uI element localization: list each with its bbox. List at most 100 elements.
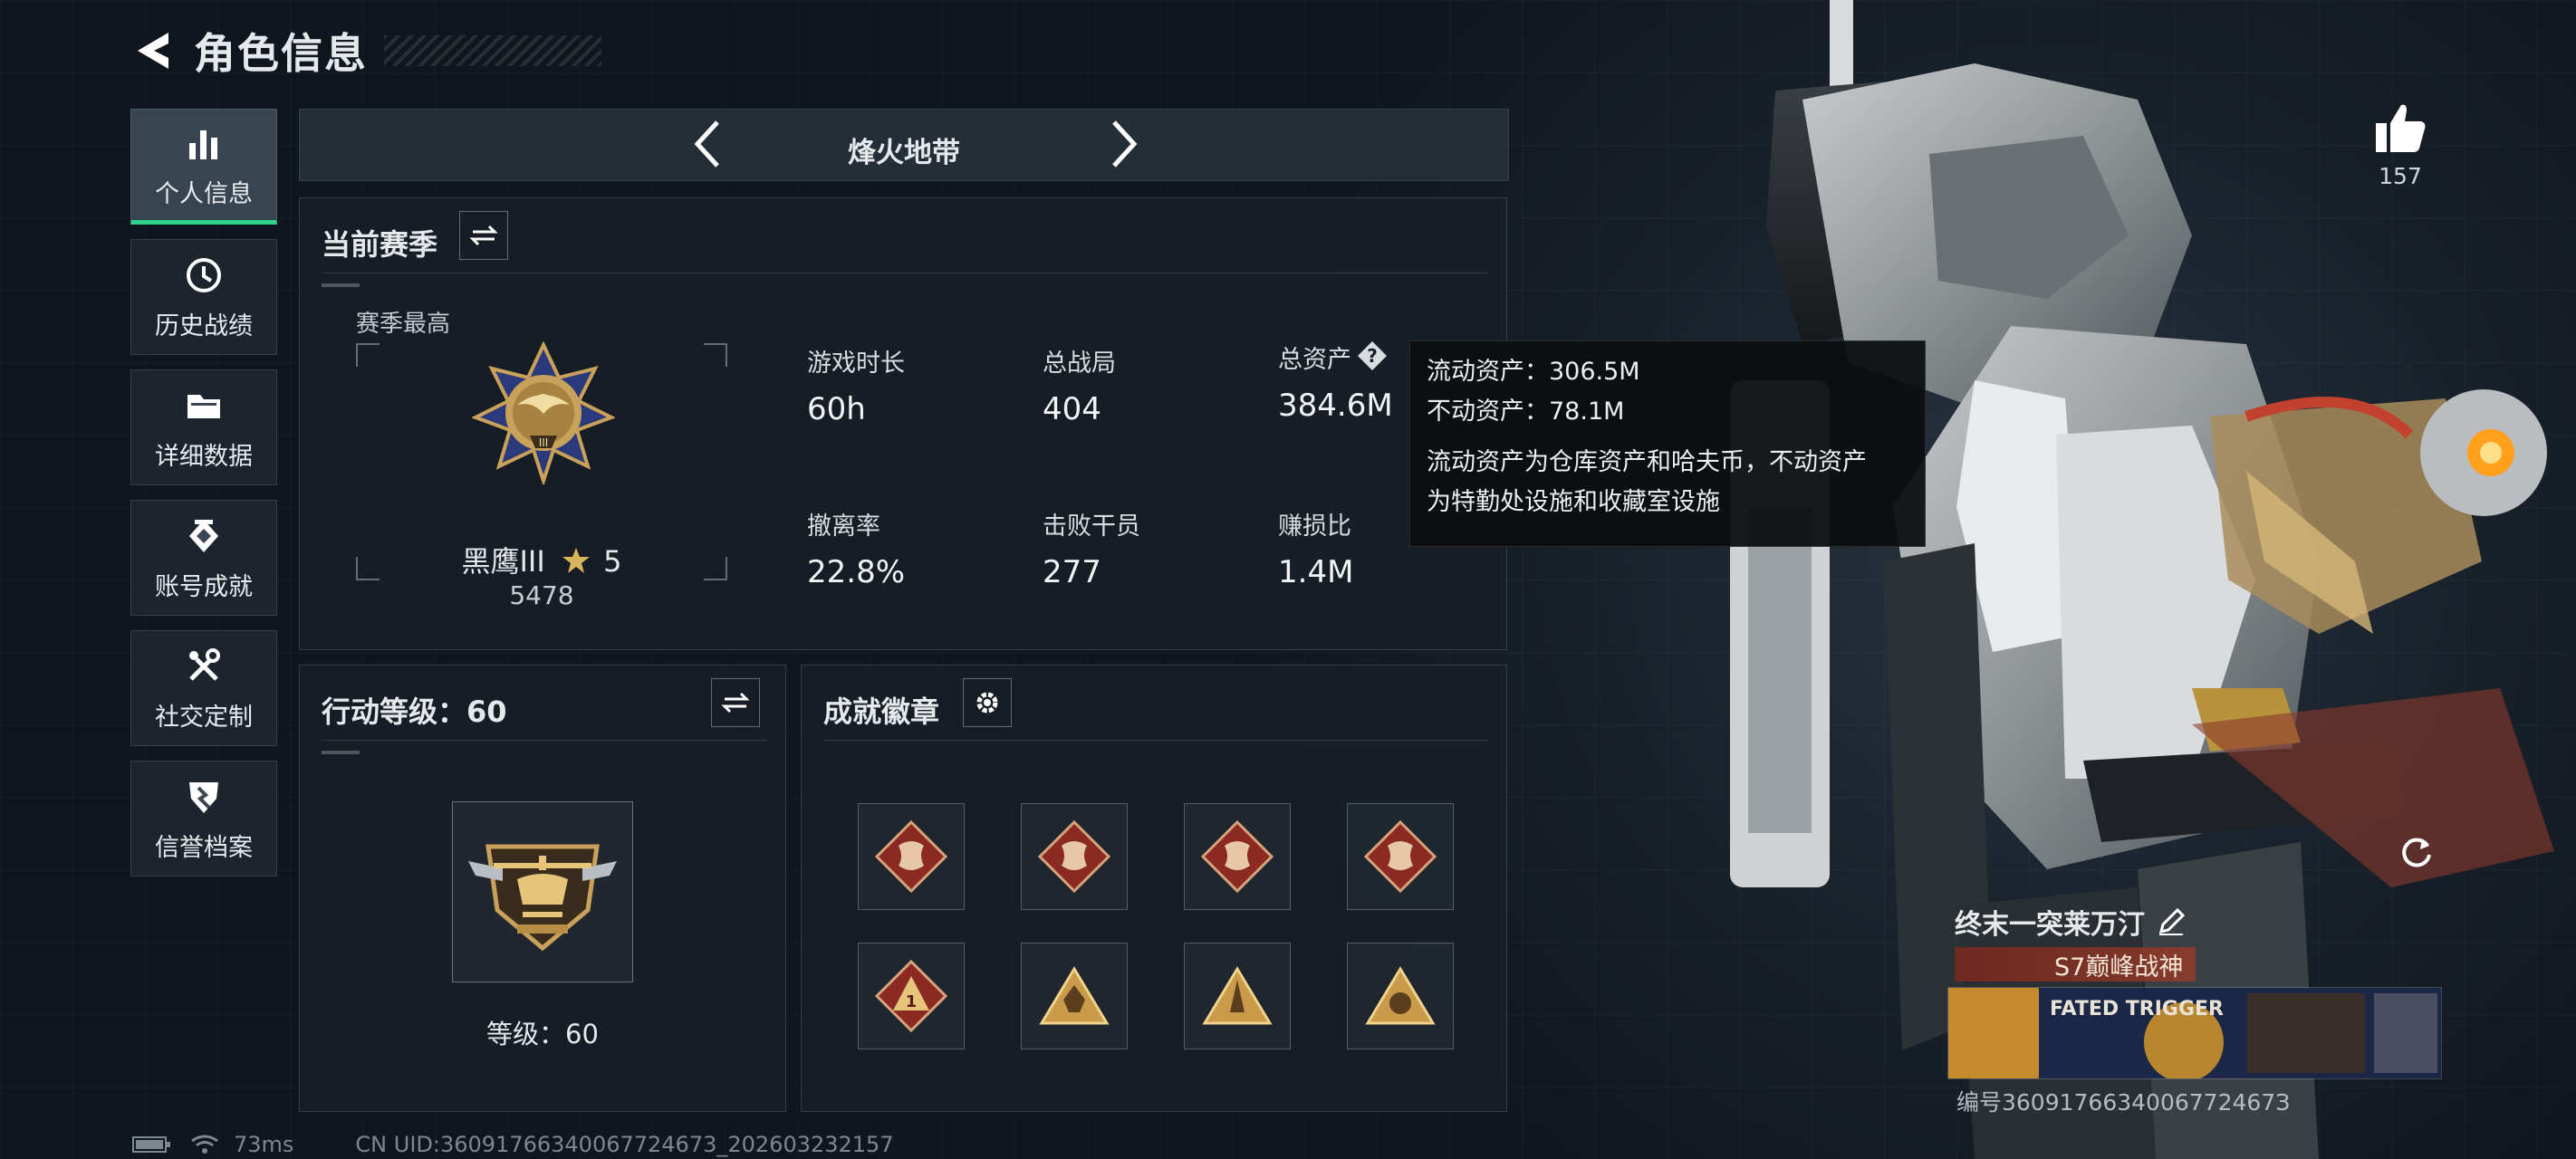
- achievement-badge[interactable]: [1021, 943, 1128, 1049]
- achievement-badge[interactable]: [858, 803, 965, 910]
- tooltip-liquid-assets: 流动资产：306.5M: [1427, 358, 1640, 386]
- tooltip-description-line1: 流动资产为仓库资产和哈夫币，不动资产: [1427, 448, 1867, 476]
- gear-icon: [976, 692, 998, 714]
- stat-value: 60h: [807, 391, 866, 427]
- edit-icon[interactable]: [2156, 906, 2187, 937]
- sidebar-item-social-custom[interactable]: 社交定制: [130, 630, 277, 746]
- stat-value: 22.8%: [807, 554, 906, 590]
- sidebar-item-label: 信誉档案: [155, 833, 253, 862]
- triangle-badge-icon: [1365, 966, 1436, 1025]
- level-text: 等级：60: [486, 1019, 599, 1049]
- panel-divider: [823, 740, 1488, 741]
- asset-tooltip: 流动资产：306.5M 不动资产：78.1M 流动资产为仓库资产和哈夫币，不动资…: [1409, 340, 1926, 547]
- page-title: 角色信息: [194, 29, 368, 78]
- stat-extract-rate: 撤离率 22.8%: [807, 506, 1015, 590]
- rotate-icon: [2402, 838, 2431, 867]
- rank-name-line: 黑鹰III 5: [356, 539, 727, 580]
- player-id: 编号3609176634006772467З: [1956, 1089, 2291, 1116]
- panel-divider: [322, 740, 767, 741]
- page-header: 角色信息: [127, 24, 601, 78]
- achievement-badge[interactable]: [1347, 803, 1454, 910]
- stat-label: 击败干员: [1043, 512, 1140, 541]
- level-switch-button[interactable]: [711, 678, 760, 727]
- stat-label: 总战局: [1043, 350, 1116, 378]
- achievement-panel: 成就徽章 1: [801, 665, 1507, 1112]
- player-namecard[interactable]: FATED TRIGGER: [1947, 987, 2442, 1079]
- stat-label: 游戏时长: [807, 350, 905, 378]
- action-level-panel: 行动等级：60 等级：60: [299, 665, 786, 1112]
- sidebar-item-credit-record[interactable]: 信誉档案: [130, 761, 277, 876]
- season-panel-title: 当前赛季: [322, 227, 438, 262]
- stat-play-time: 游戏时长 60h: [807, 343, 1015, 427]
- sidebar-item-personal-info[interactable]: 个人信息: [130, 109, 277, 225]
- player-title: S7巅峰战神: [2054, 953, 2184, 982]
- achievement-title: 成就徽章: [823, 694, 940, 729]
- triangle-badge-icon: [1202, 966, 1273, 1025]
- tooltip-description-line2: 为特勤处设施和收藏室设施: [1427, 488, 1720, 516]
- chevron-right-icon: [1112, 120, 1138, 168]
- thumbs-up-icon[interactable]: [2372, 101, 2428, 154]
- namecard-logo-text: FATED TRIGGER: [2050, 998, 2224, 1020]
- triangle-badge-icon: 1: [874, 959, 948, 1033]
- rank-display: III 黑鹰III 5 5478: [356, 341, 727, 610]
- black-eagle-medal-icon: III: [472, 341, 615, 484]
- sidebar-item-label: 社交定制: [155, 703, 253, 732]
- wifi-icon: [191, 1135, 218, 1154]
- back-arrow-icon: [138, 33, 168, 69]
- stat-label: 撤离率: [807, 512, 880, 541]
- rank-stars: 5: [603, 544, 622, 579]
- achievement-badge[interactable]: [1184, 803, 1291, 910]
- tooltip-fixed-assets: 不动资产：78.1M: [1427, 398, 1625, 426]
- achievement-badge[interactable]: [1021, 803, 1128, 910]
- stat-total-matches: 总战局 404: [1043, 343, 1251, 427]
- dragon-badge-icon: [874, 819, 948, 894]
- title-decoration: [384, 35, 601, 66]
- rotate-model-button[interactable]: [2388, 824, 2444, 880]
- namecard-art: FATED TRIGGER: [1948, 988, 2441, 1078]
- sidebar-item-label: 账号成就: [155, 572, 253, 601]
- dragon-badge-icon: [1037, 819, 1111, 894]
- level-emblem-frame: [452, 801, 633, 982]
- bar-chart-icon: [189, 129, 217, 159]
- shield-icon: [189, 781, 218, 813]
- achievement-settings-button[interactable]: [963, 678, 1012, 727]
- swap-icon: [721, 692, 750, 714]
- mode-next-button[interactable]: [1097, 117, 1151, 171]
- stat-kills: 击败干员 277: [1043, 506, 1251, 590]
- season-best-label: 赛季最高: [356, 311, 451, 338]
- sidebar-item-label: 详细数据: [155, 442, 253, 471]
- rank-name: 黑鹰III: [461, 544, 545, 579]
- achievement-badge[interactable]: [1347, 943, 1454, 1049]
- like-widget: 157: [2364, 101, 2437, 189]
- dragon-badge-icon: [1200, 819, 1274, 894]
- svg-text:III: III: [539, 436, 549, 449]
- battery-icon: [132, 1136, 170, 1153]
- help-icon[interactable]: ?: [1357, 340, 1388, 371]
- stat-value: 277: [1043, 554, 1101, 590]
- sidebar-item-account-achievement[interactable]: 账号成就: [130, 500, 277, 616]
- panel-decoration: [322, 283, 385, 287]
- sidebar-item-history[interactable]: 历史战绩: [130, 239, 277, 355]
- svg-text:1: 1: [906, 992, 918, 1011]
- folder-icon: [187, 394, 220, 418]
- stat-label: 总资产: [1278, 346, 1351, 374]
- mode-title: 烽火地带: [848, 137, 960, 169]
- user-uid: CN UID:36091766340067724673_202603232157: [355, 1132, 894, 1157]
- achievement-badge[interactable]: [1184, 943, 1291, 1049]
- triangle-badge-icon: [1039, 966, 1110, 1025]
- svg-text:?: ?: [1367, 345, 1378, 367]
- sidebar-item-detail-data[interactable]: 详细数据: [130, 369, 277, 485]
- swap-icon: [469, 225, 498, 246]
- achievement-badge[interactable]: 1: [858, 943, 965, 1049]
- player-name-row: 终末一突莱万汀: [1955, 902, 2187, 942]
- season-panel: 当前赛季 赛季最高 III 黑鹰III 5 5478 游戏时长 60h 总战局: [299, 197, 1507, 650]
- network-ping: 73ms: [234, 1132, 294, 1157]
- player-title-banner: S7巅峰战神: [1955, 947, 2196, 982]
- dragon-badge-icon: [1363, 819, 1437, 894]
- panel-decoration: [322, 751, 385, 754]
- sidebar-item-label: 历史战绩: [155, 311, 253, 340]
- back-button[interactable]: [127, 25, 178, 76]
- stat-value: 1.4M: [1278, 554, 1354, 590]
- season-switch-button[interactable]: [459, 211, 508, 260]
- mode-selector: 烽火地带: [299, 109, 1509, 181]
